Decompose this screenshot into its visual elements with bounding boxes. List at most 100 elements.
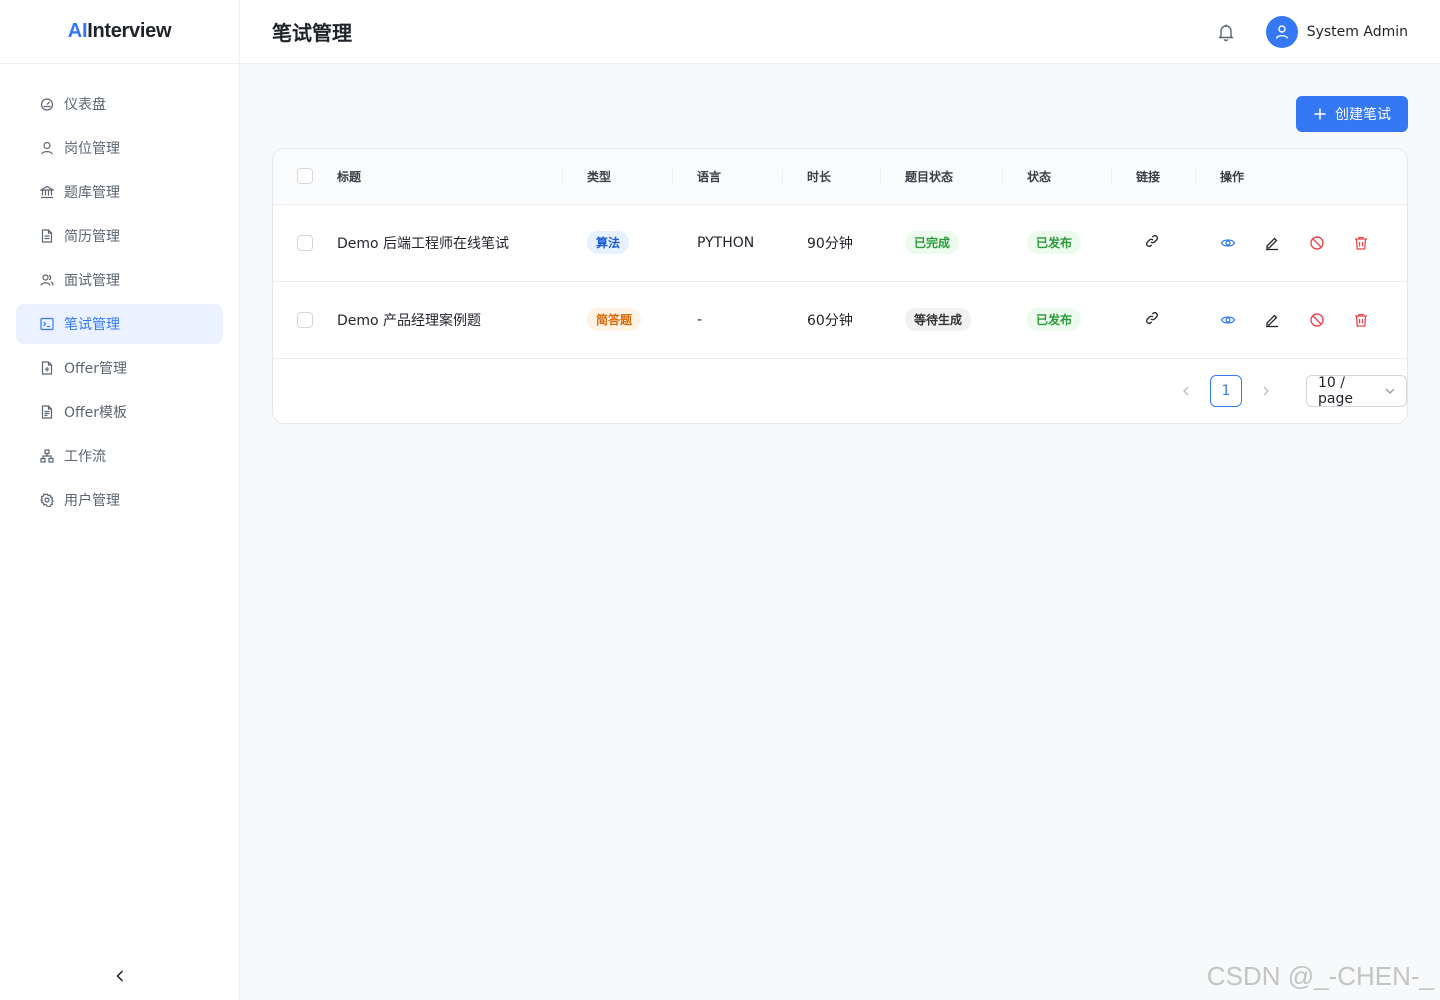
cell-language: - [673,281,783,359]
select-all-cell [273,149,337,205]
edit-icon[interactable] [1264,235,1280,251]
cell-question-status: 等待生成 [881,281,1003,359]
next-page-button[interactable] [1250,375,1282,407]
cell-status: 已发布 [1003,204,1112,282]
sidebar-item-interviews[interactable]: 面试管理 [16,260,223,300]
sidebar-item-question-bank[interactable]: 题库管理 [16,172,223,212]
logo-ai-text: AI [67,20,88,42]
bank-icon [40,185,54,199]
link-icon[interactable] [1144,310,1160,326]
question-status-badge: 已完成 [905,231,960,254]
gear-icon [40,493,54,507]
cell-duration: 90分钟 [783,204,881,282]
column-header-label: 时长 [807,169,832,184]
column-header-label: 状态 [1027,169,1052,184]
team-icon [40,273,54,287]
disable-icon[interactable] [1309,312,1325,328]
cell-link [1112,281,1196,359]
header-right: System Admin [1216,15,1408,48]
file-icon [40,229,54,243]
column-header-link: 链接 [1112,149,1196,205]
sidebar-item-label: Offer管理 [64,361,128,377]
column-header-status: 状态 [1003,149,1112,205]
column-header-label: 类型 [587,169,612,184]
table-row: Demo 后端工程师在线笔试 算法 PYTHON 90分钟 已完成 已发布 [273,204,1407,282]
page-size-value: 10 / page [1318,374,1353,407]
username[interactable]: System Admin [1307,24,1408,40]
column-header-language: 语言 [673,149,783,205]
eye-icon[interactable] [1220,312,1236,328]
sidebar-item-resumes[interactable]: 简历管理 [16,216,223,256]
sidebar: AI Interview 仪表盘 岗位管理 题库管理 简历管理 面试管理 笔试管… [0,0,240,1000]
sidebar-item-label: 面试管理 [64,273,120,289]
file-text-icon [40,405,54,419]
row-checkbox[interactable] [297,234,313,251]
sidebar-item-label: 用户管理 [64,493,120,509]
tests-table-card: 标题 类型 语言 时长 题目状态 状态 链接 操作 Demo 后端工程师在线笔试… [272,148,1408,424]
cell-actions [1196,281,1407,359]
dashboard-icon [40,97,54,111]
column-header-label: 标题 [337,169,362,184]
page-size-select[interactable]: 10 / page [1306,374,1407,407]
file-add-icon [40,361,54,375]
row-checkbox[interactable] [297,311,313,328]
sidebar-item-label: 题库管理 [64,185,120,201]
plus-icon [1313,107,1327,121]
edit-icon[interactable] [1264,312,1280,328]
column-header-type: 类型 [563,149,673,205]
cluster-icon [40,449,54,463]
cell-language: PYTHON [673,204,783,282]
status-badge: 已发布 [1027,308,1082,331]
watermark: CSDN @_-CHEN-_ [1206,961,1434,991]
bell-icon[interactable] [1216,22,1236,42]
sidebar-item-label: 岗位管理 [64,141,120,157]
type-tag: 简答题 [587,308,642,331]
delete-icon[interactable] [1353,312,1369,328]
select-all-checkbox[interactable] [297,168,313,185]
column-header-label: 链接 [1136,169,1161,184]
column-header-duration: 时长 [783,149,881,205]
logo-rest-text: Interview [87,20,172,42]
status-badge: 已发布 [1027,231,1082,254]
link-icon[interactable] [1144,233,1160,249]
row-select-cell [273,204,337,282]
page-title: 笔试管理 [272,21,352,45]
table-row: Demo 产品经理案例题 简答题 - 60分钟 等待生成 已发布 [273,281,1407,359]
sidebar-item-label: 工作流 [64,449,106,465]
terminal-icon [40,317,54,331]
sidebar-item-workflow[interactable]: 工作流 [16,436,223,476]
create-test-button[interactable]: 创建笔试 [1296,96,1408,132]
question-status-badge: 等待生成 [905,308,972,331]
sidebar-item-jobs[interactable]: 岗位管理 [16,128,223,168]
sidebar-collapse-button[interactable] [0,952,240,1000]
eye-icon[interactable] [1220,235,1236,251]
cell-link [1112,204,1196,282]
chevron-left-icon [1183,386,1189,395]
sidebar-item-offers[interactable]: Offer管理 [16,348,223,388]
cell-type: 算法 [563,204,673,282]
column-header-label: 语言 [697,169,722,184]
prev-page-button[interactable] [1170,375,1202,407]
page-number[interactable]: 1 [1210,374,1242,407]
sidebar-item-users[interactable]: 用户管理 [16,480,223,520]
type-tag: 算法 [587,231,630,254]
sidebar-item-label: 仪表盘 [64,97,106,113]
app-logo[interactable]: AI Interview [0,0,239,64]
column-header-label: 题目状态 [905,169,954,184]
delete-icon[interactable] [1353,235,1369,251]
user-icon [40,141,54,155]
sidebar-item-written-tests[interactable]: 笔试管理 [16,304,223,344]
tests-table: 标题 类型 语言 时长 题目状态 状态 链接 操作 Demo 后端工程师在线笔试… [273,149,1407,359]
disable-icon[interactable] [1309,235,1325,251]
sidebar-item-dashboard[interactable]: 仪表盘 [16,84,223,124]
column-header-title: 标题 [337,149,563,205]
cell-question-status: 已完成 [881,204,1003,282]
sidebar-item-offer-templates[interactable]: Offer模板 [16,392,223,432]
avatar[interactable] [1265,15,1298,48]
create-test-label: 创建笔试 [1335,107,1391,123]
main-content: 创建笔试 标题 类型 语言 时长 题目状态 状态 链接 操作 Demo 后端工程… [272,64,1408,424]
cell-status: 已发布 [1003,281,1112,359]
sidebar-nav: 仪表盘 岗位管理 题库管理 简历管理 面试管理 笔试管理 Offer管理 Off… [0,64,239,520]
cell-title: Demo 产品经理案例题 [337,281,563,359]
cell-duration: 60分钟 [783,281,881,359]
